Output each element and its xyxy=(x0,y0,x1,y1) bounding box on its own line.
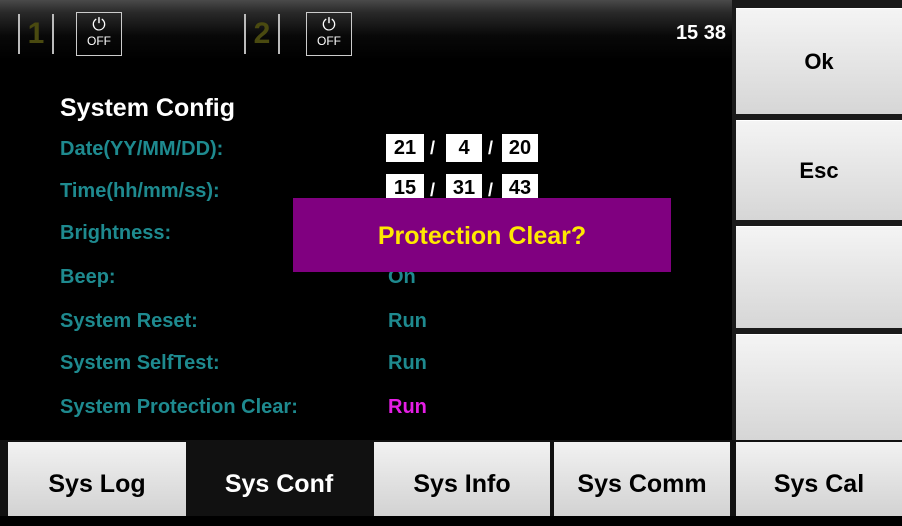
ok-button[interactable]: Ok xyxy=(736,8,902,114)
system-selftest-label: System SelfTest: xyxy=(60,352,220,374)
channel-2-power-button[interactable]: ⏻ OFF xyxy=(306,12,352,56)
power-icon: ⏻ xyxy=(92,15,106,34)
softkey-panel: Ok Esc xyxy=(732,0,902,440)
tab-sys-log[interactable]: Sys Log xyxy=(8,442,186,516)
system-selftest-value[interactable]: Run xyxy=(388,352,427,375)
page-title: System Config xyxy=(60,94,236,122)
date-month-field[interactable]: 4 xyxy=(446,134,482,162)
date-separator: / xyxy=(488,138,494,158)
channel-2-indicator[interactable]: 2 xyxy=(244,14,280,54)
date-label: Date(YY/MM/DD): xyxy=(60,138,224,160)
tab-sys-conf[interactable]: Sys Conf xyxy=(188,442,370,516)
channel-1-power-state: OFF xyxy=(87,34,111,48)
softkey-4[interactable] xyxy=(736,334,902,440)
system-reset-label: System Reset: xyxy=(60,310,198,332)
protection-clear-label: System Protection Clear: xyxy=(60,396,298,418)
display-screen: 1 ⏻ OFF 2 ⏻ OFF 15 38 System Config Date… xyxy=(0,0,732,440)
tab-bar: Sys Log Sys Conf Sys Info Sys Comm Sys C… xyxy=(0,440,902,516)
beep-label: Beep: xyxy=(60,266,116,288)
channel-2-power-state: OFF xyxy=(317,34,341,48)
system-reset-value[interactable]: Run xyxy=(388,310,427,333)
date-separator: / xyxy=(430,138,436,158)
channel-1-power-button[interactable]: ⏻ OFF xyxy=(76,12,122,56)
clock: 15 38 xyxy=(675,22,726,44)
brightness-label: Brightness: xyxy=(60,222,172,244)
sys-cal-button[interactable]: Sys Cal xyxy=(736,442,902,516)
time-label: Time(hh/mm/ss): xyxy=(60,180,220,202)
channel-1-indicator[interactable]: 1 xyxy=(18,14,54,54)
softkey-3[interactable] xyxy=(736,226,902,328)
status-bar: 1 ⏻ OFF 2 ⏻ OFF 15 38 xyxy=(0,0,732,60)
esc-button[interactable]: Esc xyxy=(736,120,902,220)
date-day-field[interactable]: 20 xyxy=(502,134,538,162)
protection-clear-value[interactable]: Run xyxy=(388,396,427,419)
confirm-dialog: Protection Clear? xyxy=(293,198,671,272)
tab-sys-info[interactable]: Sys Info xyxy=(374,442,550,516)
tab-sys-comm[interactable]: Sys Comm xyxy=(554,442,730,516)
date-year-field[interactable]: 21 xyxy=(386,134,424,162)
power-icon: ⏻ xyxy=(322,15,336,34)
